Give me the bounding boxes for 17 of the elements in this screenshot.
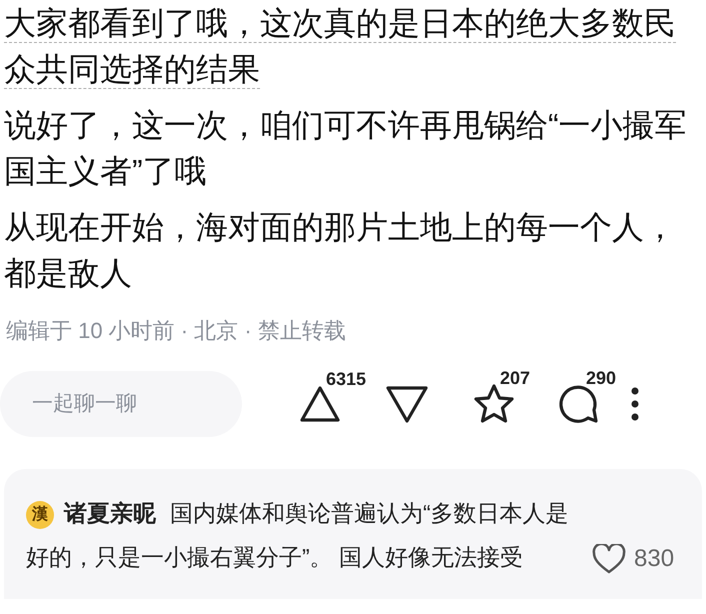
comment-text: 漢 诸夏亲昵 国内媒体和舆论普遍认为“多数日本人是好的，只是一小撮右翼分子”。 国人好像无法接受	[26, 499, 570, 572]
action-count: 290	[586, 367, 616, 390]
more-icon[interactable]	[630, 386, 640, 422]
answer-meta: 编辑于 10 小时前 · 北京 · 禁止转载	[5, 317, 347, 345]
chat-button[interactable]: 一起聊一聊	[0, 371, 242, 437]
up-triangle-icon[interactable]	[298, 384, 342, 424]
down-triangle-icon[interactable]	[384, 384, 430, 424]
heart-icon[interactable]	[592, 544, 626, 574]
answer-paragraph: 大家都看到了哦，这次真的是日本的绝大多数民众共同选择的结果	[4, 4, 677, 89]
answer-paragraph: 从现在开始，海对面的那片土地上的每一个人，都是敌人	[4, 208, 677, 293]
star-icon[interactable]	[472, 383, 516, 425]
like-count: 830	[634, 544, 674, 574]
answer-paragraph: 说好了，这一次，咱们可不许再甩锅给“一小撮军国主义者”了哦	[4, 106, 688, 191]
action-count: 207	[500, 367, 530, 390]
comment-bubble-icon[interactable]	[558, 383, 600, 425]
avatar: 漢	[26, 500, 54, 529]
action-count: 6315	[326, 368, 366, 391]
